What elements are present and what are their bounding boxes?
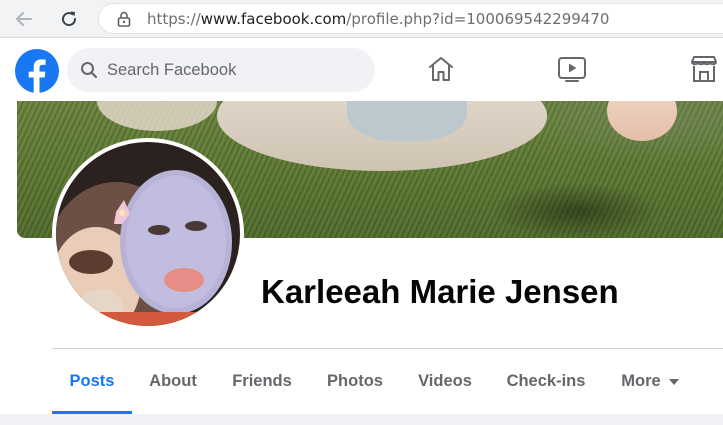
profile-name: Karleeah Marie Jensen [261,273,619,310]
profile-header: Karleeah Marie Jensen Posts About Friend… [0,101,723,414]
tab-photos[interactable]: Photos [318,349,392,414]
home-icon[interactable] [426,54,456,84]
arrow-left-icon [16,12,32,26]
url-scheme: https:// [147,10,201,28]
page-background [0,414,723,425]
tab-posts[interactable]: Posts [52,349,132,414]
search-icon [81,62,98,79]
url-host: www.facebook.com [200,10,347,28]
tab-videos[interactable]: Videos [408,349,482,414]
back-button[interactable] [11,6,37,32]
tab-label: Videos [418,372,472,390]
reload-icon [62,11,77,27]
tab-more[interactable]: More [612,349,688,414]
facebook-logo-icon[interactable] [14,48,60,94]
marketplace-icon[interactable] [689,54,719,84]
tab-label: About [149,372,197,390]
url-path: /profile.php?id=100069542299470 [346,10,610,28]
tab-friends[interactable]: Friends [222,349,302,414]
caret-down-icon [668,378,679,385]
url-text[interactable]: https://www.facebook.com/profile.php?id=… [147,10,609,28]
tab-label: Friends [232,372,292,390]
reload-button[interactable] [56,6,82,32]
search-input[interactable] [107,48,367,92]
watch-icon[interactable] [557,54,587,84]
tab-label: Check-ins [506,372,586,390]
profile-avatar[interactable] [56,142,240,326]
lock-icon [117,11,131,27]
cover-photo-detail [97,101,217,131]
tab-check-ins[interactable]: Check-ins [500,349,592,414]
search-box[interactable] [67,48,375,92]
tab-label: More [621,372,661,390]
tab-about[interactable]: About [138,349,208,414]
browser-toolbar: https://www.facebook.com/profile.php?id=… [0,0,723,38]
tab-label: Photos [327,372,383,390]
tab-label: Posts [69,372,115,390]
facebook-header [0,38,723,101]
avatar-photo [56,142,240,326]
profile-tabs: Posts About Friends Photos Videos Check-… [52,349,723,414]
cover-photo-detail [607,101,677,141]
address-bar[interactable]: https://www.facebook.com/profile.php?id=… [98,3,723,34]
